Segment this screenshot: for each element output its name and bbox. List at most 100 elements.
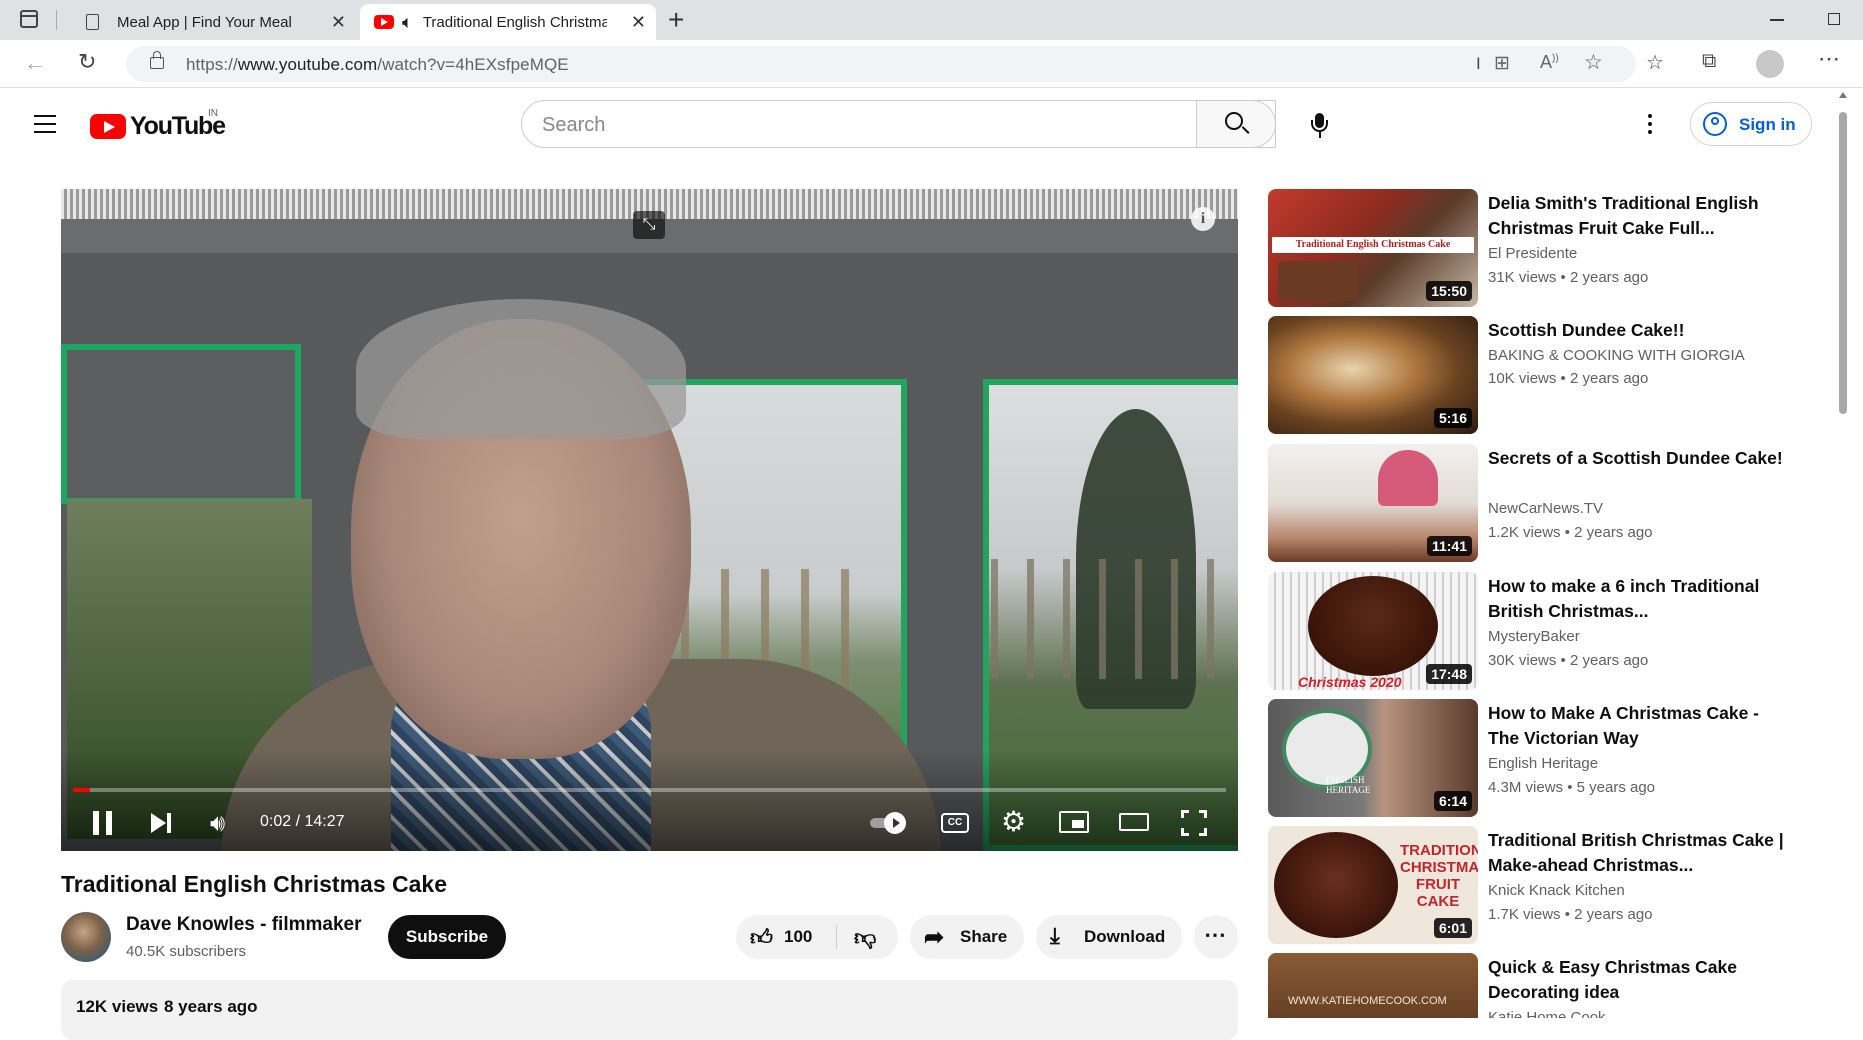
video-duration: 15:50 [1426, 281, 1472, 301]
minimize-icon[interactable] [1770, 19, 1784, 21]
pause-icon[interactable] [93, 811, 113, 835]
recommendation-channel[interactable]: Knick Knack Kitchen [1488, 882, 1625, 899]
download-label: Download [1084, 927, 1166, 946]
close-tab-icon[interactable]: ✕ [631, 12, 646, 33]
search-button[interactable] [1196, 100, 1276, 148]
recommendation-item[interactable]: Christmas 2020 17:48 How to make a 6 inc… [1268, 572, 1828, 692]
close-tab-icon[interactable]: ✕ [331, 12, 346, 33]
description-box[interactable]: 12K views 8 years ago [61, 980, 1238, 1040]
progress-bar[interactable] [73, 788, 1226, 792]
fullscreen-icon[interactable] [1181, 810, 1207, 836]
recommendation-item[interactable]: TRADITIONAL CHRISTMAS FRUIT CAKE 6:01 Tr… [1268, 826, 1828, 946]
country-code: IN [208, 108, 218, 119]
channel-avatar[interactable] [61, 912, 111, 962]
like-button[interactable]: 👍︎ 100 [736, 915, 834, 959]
more-actions-button[interactable]: ⋯ [1194, 915, 1238, 959]
recommendation-meta: 31K views • 2 years ago [1488, 269, 1649, 286]
tab-actions-icon[interactable] [20, 10, 38, 28]
profile-avatar[interactable] [1756, 50, 1784, 78]
thumbnail-caption: Christmas 2020 [1298, 674, 1402, 690]
settings-gear-icon[interactable]: ⚙︎ [1001, 805, 1026, 838]
recommendation-title: Scottish Dundee Cake!! [1488, 320, 1685, 340]
recommendation-channel[interactable]: Katie Home Cook [1488, 1009, 1606, 1018]
thumbs-down-icon: 👎︎ [854, 925, 877, 950]
miniplayer-toggle-icon[interactable]: ⤡ [633, 211, 665, 239]
video-duration: 11:41 [1426, 536, 1472, 556]
video-player[interactable]: ⤡ i 🔊︎ 0:02 / 14:27 CC ⚙︎ [61, 189, 1238, 851]
microphone-icon[interactable] [1300, 108, 1340, 148]
thumbnail-caption: WWW.KATIEHOMECOOK.COM [1288, 995, 1447, 1007]
recommendation-meta: 1.2K views • 2 years ago [1488, 524, 1653, 541]
video-thumbnail[interactable]: WWW.KATIEHOMECOOK.COM [1268, 953, 1478, 1018]
video-thumbnail[interactable]: 11:41 [1268, 444, 1478, 562]
browser-tab-bar: Meal App | Find Your Meal ✕ 🔈︎ Tradition… [0, 0, 1863, 40]
recommendation-channel[interactable]: English Heritage [1488, 755, 1598, 772]
info-icon[interactable]: i [1191, 207, 1215, 231]
next-icon[interactable] [151, 813, 173, 833]
recommendation-item[interactable]: 11:41 Secrets of a Scottish Dundee Cake!… [1268, 444, 1828, 564]
settings-more-icon[interactable]: ⋯ [1818, 46, 1840, 72]
video-thumbnail[interactable]: ENGLISH HERITAGE 6:14 [1268, 699, 1478, 817]
recommendation-item[interactable]: WWW.KATIEHOMECOOK.COM Quick & Easy Chris… [1268, 953, 1828, 1018]
reload-icon[interactable]: ↻ [78, 49, 96, 75]
thumbs-up-icon: 👍︎ [750, 925, 773, 950]
recommendation-item[interactable]: Traditional English Christmas Cake 15:50… [1268, 189, 1828, 309]
url-field[interactable]: https://www.youtube.com/watch?v=4hEXsfpe… [126, 46, 1636, 82]
more-horizontal-icon: ⋯ [1204, 922, 1226, 947]
tab-youtube[interactable]: 🔈︎ Traditional English Christma ✕ [360, 4, 656, 40]
apps-icon[interactable]: ⊞ [1494, 52, 1510, 75]
volume-icon[interactable]: 🔊︎ [210, 810, 225, 838]
favorites-icon[interactable]: ☆ [1646, 50, 1664, 75]
menu-icon[interactable] [34, 115, 56, 133]
tab-title: Meal App | Find Your Meal [117, 13, 292, 31]
video-thumbnail[interactable]: 5:16 [1268, 316, 1478, 434]
miniplayer-icon[interactable] [1059, 811, 1089, 833]
video-thumbnail[interactable]: Christmas 2020 17:48 [1268, 572, 1478, 690]
thumbnail-caption: TRADITIONAL CHRISTMAS FRUIT CAKE [1400, 842, 1478, 910]
read-aloud-icon[interactable]: A)) [1540, 52, 1559, 73]
tab-meal-app[interactable]: Meal App | Find Your Meal ✕ [66, 4, 356, 40]
sign-in-button[interactable]: Sign in [1690, 102, 1812, 146]
address-bar-row: ← ↻ https://www.youtube.com/watch?v=4hEX… [0, 40, 1863, 88]
recommendation-channel[interactable]: El Presidente [1488, 245, 1577, 262]
youtube-logo[interactable]: YouTube IN [90, 108, 230, 140]
recommendation-title: Delia Smith's Traditional English Christ… [1488, 193, 1759, 238]
share-button[interactable]: ➦ Share [910, 915, 1024, 959]
subscriber-count: 40.5K subscribers [126, 943, 247, 960]
channel-name[interactable]: Dave Knowles - filmmaker [126, 914, 361, 936]
share-label: Share [960, 927, 1008, 946]
subscribe-button[interactable]: Subscribe [388, 915, 506, 959]
restore-icon[interactable] [1828, 13, 1840, 25]
page-scrollbar[interactable] [1836, 88, 1850, 1018]
youtube-header: YouTube IN Search Sign in [0, 88, 1840, 160]
tab-title: Traditional English Christma [422, 13, 607, 31]
recommendation-channel[interactable]: MysteryBaker [1488, 628, 1580, 645]
video-thumbnail[interactable]: TRADITIONAL CHRISTMAS FRUIT CAKE 6:01 [1268, 826, 1478, 944]
recommendation-item[interactable]: ENGLISH HERITAGE 6:14 How to Make A Chri… [1268, 699, 1828, 819]
speaker-icon[interactable]: 🔈︎ [402, 12, 413, 33]
sign-in-label: Sign in [1739, 115, 1796, 134]
video-thumbnail[interactable]: Traditional English Christmas Cake 15:50 [1268, 189, 1478, 307]
collections-icon[interactable]: ⧉ [1702, 50, 1716, 73]
recommendation-title: How to Make A Christmas Cake - The Victo… [1488, 703, 1759, 748]
back-icon[interactable]: ← [24, 50, 46, 76]
recommendation-title: How to make a 6 inch Traditional British… [1488, 576, 1760, 621]
scrollbar-thumb[interactable] [1839, 112, 1847, 414]
recommendation-title: Traditional British Christmas Cake | Mak… [1488, 830, 1784, 875]
download-button[interactable]: ⤓ Download [1036, 915, 1182, 959]
share-icon: ➦ [924, 924, 945, 951]
more-options-icon[interactable] [1648, 114, 1652, 134]
autoplay-toggle[interactable] [870, 812, 910, 834]
theater-mode-icon[interactable] [1119, 813, 1149, 831]
like-dislike-group: 👍︎ 100 👎︎ [736, 915, 898, 959]
captions-icon[interactable]: CC [941, 813, 969, 833]
reader-icon[interactable]: I [1476, 54, 1481, 74]
recommendation-channel[interactable]: BAKING & COOKING WITH GIORGIA [1488, 347, 1745, 364]
recommendation-item[interactable]: 5:16 Scottish Dundee Cake!! BAKING & COO… [1268, 316, 1828, 436]
recommendation-meta: 4.3M views • 5 years ago [1488, 779, 1656, 796]
dislike-button[interactable]: 👎︎ [838, 915, 898, 959]
recommendation-channel[interactable]: NewCarNews.TV [1488, 500, 1603, 517]
new-tab-icon[interactable]: + [668, 4, 684, 36]
add-favorite-icon[interactable]: ☆ [1584, 50, 1603, 75]
search-input[interactable]: Search [521, 100, 1276, 148]
